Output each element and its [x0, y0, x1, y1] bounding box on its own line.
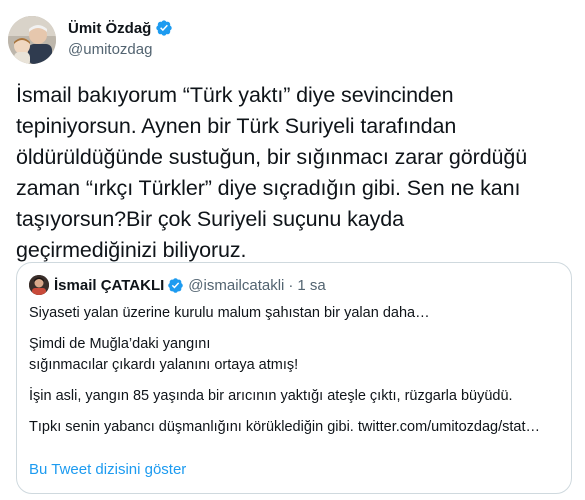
quoted-line: İşin asli, yangın 85 yaşında bir arıcını… — [29, 388, 513, 404]
verified-badge-icon — [167, 277, 184, 294]
quoted-timestamp[interactable]: 1 sa — [297, 277, 325, 294]
tweet-text: İsmail bakıyorum “Türk yaktı” diye sevin… — [16, 83, 528, 262]
author-names: Ümit Özdağ @umitozdag — [68, 18, 173, 58]
author-display-name[interactable]: Ümit Özdağ — [68, 20, 151, 37]
separator-dot: · — [288, 276, 294, 294]
author-avatar[interactable] — [8, 16, 56, 64]
tweet-header: Ümit Özdağ @umitozdag — [8, 16, 173, 68]
quoted-handle: @ismailcatakli — [188, 276, 285, 294]
quoted-display-name: İsmail ÇATAKLI — [54, 276, 165, 294]
show-thread-link[interactable]: Bu Tweet dizisini göster — [29, 461, 186, 478]
quoted-line: Şimdi de Muğla’daki yangını — [29, 336, 211, 352]
author-handle[interactable]: @umitozdag — [68, 41, 173, 58]
quoted-tweet-header: İsmail ÇATAKLI @ismailcatakli · 1 sa — [29, 275, 326, 295]
quoted-line-with-link[interactable]: Tıpkı senin yabancı düşmanlığını körükle… — [29, 417, 561, 438]
quoted-tweet[interactable]: İsmail ÇATAKLI @ismailcatakli · 1 sa Siy… — [16, 262, 572, 494]
quoted-line: Siyaseti yalan üzerine kurulu malum şahı… — [29, 305, 430, 321]
quoted-tweet-text: Siyaseti yalan üzerine kurulu malum şahı… — [29, 303, 561, 438]
verified-badge-icon — [155, 19, 173, 37]
quoted-line: sığınmacılar çıkardı yalanını ortaya atm… — [29, 357, 299, 373]
quoted-author-avatar — [29, 275, 49, 295]
tweet-card: Ümit Özdağ @umitozdag İsmail bakıyorum “… — [0, 0, 585, 500]
